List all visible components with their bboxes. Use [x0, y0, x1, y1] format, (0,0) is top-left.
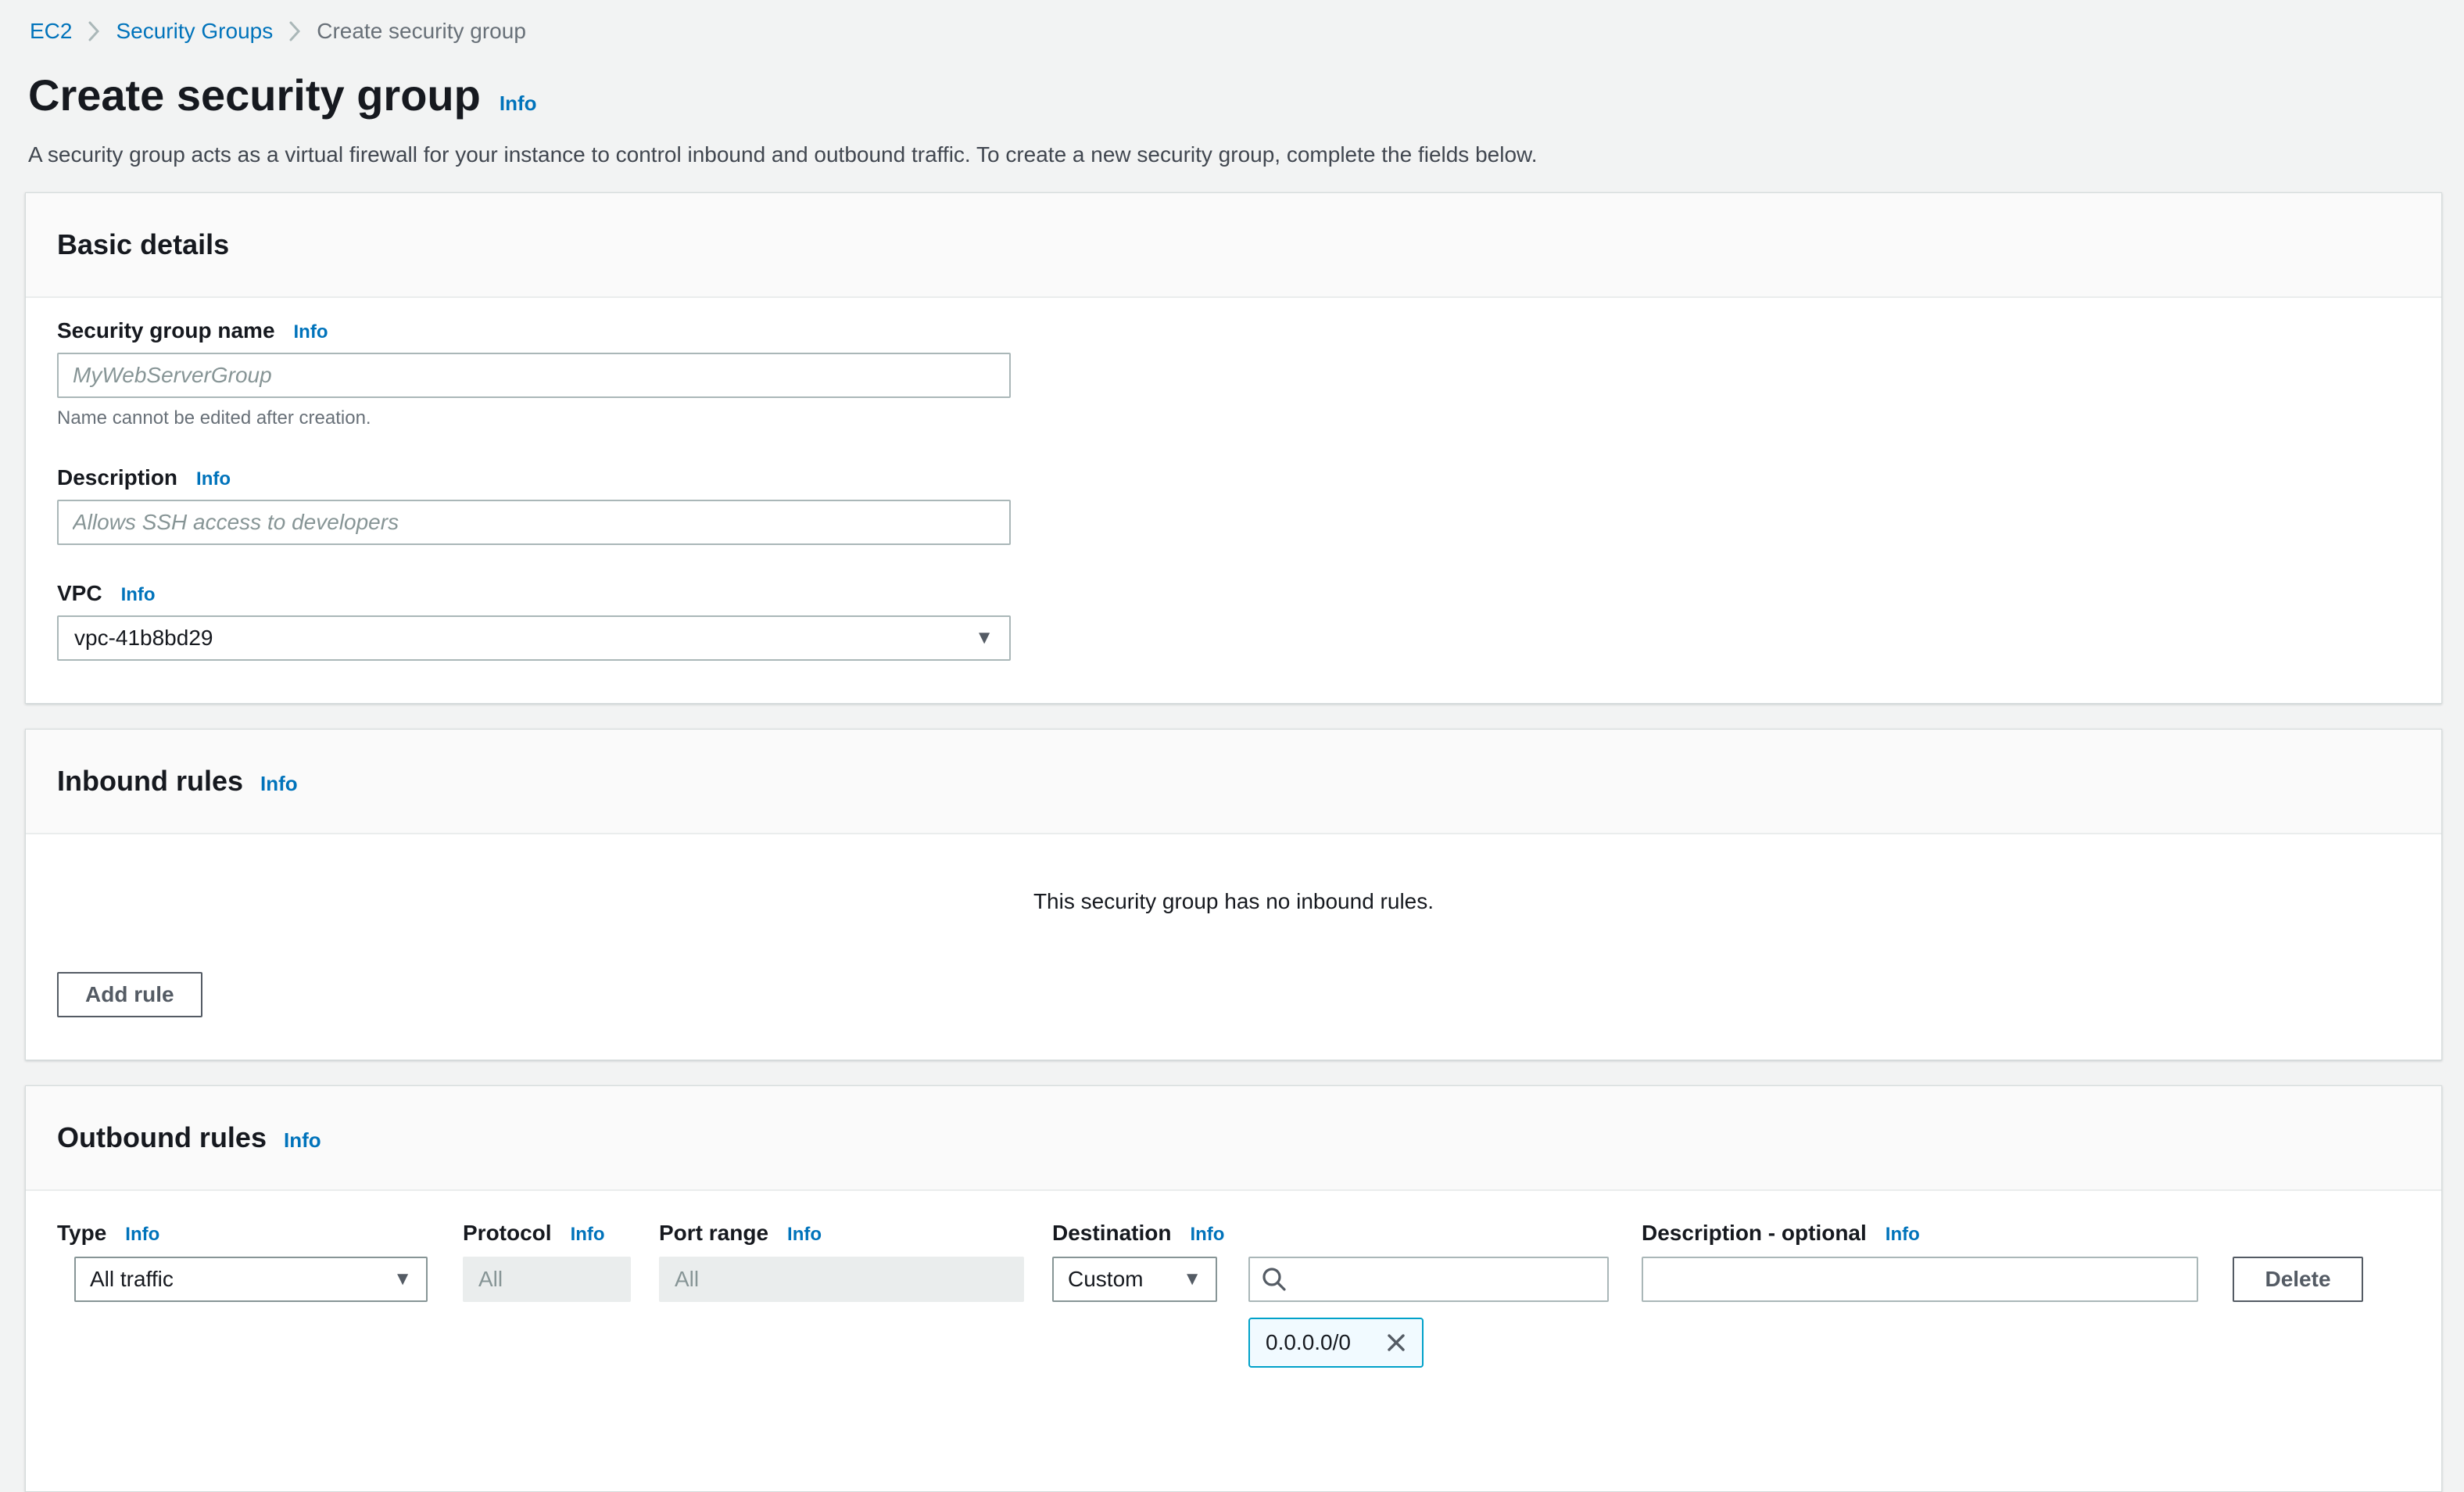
outbound-rules-info-link[interactable]: Info	[284, 1128, 321, 1153]
vpc-info-link[interactable]: Info	[121, 584, 156, 606]
security-group-name-info-link[interactable]: Info	[294, 321, 328, 343]
breadcrumb-link-security-groups[interactable]: Security Groups	[116, 19, 273, 44]
description-field: Description Info	[57, 465, 2410, 545]
destination-search-column: 0.0.0.0/0	[1248, 1221, 1609, 1368]
chevron-right-icon	[287, 20, 303, 42]
destination-info-link[interactable]: Info	[1190, 1224, 1224, 1246]
delete-rule-button[interactable]: Delete	[2233, 1257, 2363, 1302]
type-select[interactable]: All traffic ▼	[74, 1257, 428, 1302]
destination-select[interactable]: Custom ▼	[1052, 1257, 1217, 1302]
inbound-rules-title: Inbound rules	[57, 764, 243, 798]
rule-description-label: Description - optional	[1642, 1221, 1867, 1246]
security-group-name-field: Security group name Info Name cannot be …	[57, 318, 2410, 429]
vpc-label: VPC	[57, 581, 102, 606]
search-icon	[1261, 1266, 1288, 1293]
port-range-column: Port range Info All	[659, 1221, 1024, 1302]
rule-description-input[interactable]	[1642, 1257, 2198, 1302]
protocol-info-link[interactable]: Info	[571, 1224, 605, 1246]
destination-select-value: Custom	[1068, 1267, 1143, 1292]
type-label: Type	[57, 1221, 106, 1246]
basic-details-title: Basic details	[57, 228, 229, 262]
rule-description-column: Description - optional Info	[1642, 1221, 2198, 1302]
rule-description-info-link[interactable]: Info	[1886, 1224, 1920, 1246]
type-info-link[interactable]: Info	[125, 1224, 159, 1246]
breadcrumb: EC2 Security Groups Create security grou…	[30, 19, 2442, 44]
page-description: A security group acts as a virtual firew…	[28, 142, 2442, 167]
destination-column: Destination Info Custom ▼	[1052, 1221, 1217, 1302]
basic-details-header: Basic details	[26, 193, 2441, 298]
close-icon[interactable]	[1386, 1332, 1406, 1353]
outbound-rules-header: Outbound rules Info	[26, 1086, 2441, 1191]
chevron-right-icon	[86, 20, 102, 42]
port-range-info-link[interactable]: Info	[787, 1224, 822, 1246]
destination-search-box	[1248, 1257, 1609, 1302]
vpc-select-value: vpc-41b8bd29	[74, 626, 213, 651]
description-input[interactable]	[57, 500, 1011, 545]
caret-down-icon: ▼	[975, 629, 994, 647]
inbound-rules-info-link[interactable]: Info	[260, 772, 298, 796]
port-range-input-disabled: All	[659, 1257, 1024, 1302]
destination-token[interactable]: 0.0.0.0/0	[1248, 1318, 1424, 1368]
type-column: Type Info All traffic ▼	[57, 1221, 428, 1302]
inbound-rules-header: Inbound rules Info	[26, 730, 2441, 834]
port-range-label: Port range	[659, 1221, 768, 1246]
type-select-value: All traffic	[90, 1267, 174, 1292]
page-title: Create security group	[28, 72, 481, 119]
basic-details-panel: Basic details Security group name Info N…	[25, 192, 2442, 704]
add-rule-button[interactable]: Add rule	[57, 972, 202, 1017]
destination-search-input[interactable]	[1297, 1266, 1596, 1293]
caret-down-icon: ▼	[1183, 1270, 1202, 1289]
protocol-input-disabled: All	[463, 1257, 631, 1302]
outbound-rules-panel: Outbound rules Info Type Info All traffi…	[25, 1085, 2442, 1492]
security-group-name-input[interactable]	[57, 353, 1011, 398]
caret-down-icon: ▼	[393, 1270, 412, 1289]
outbound-rules-title: Outbound rules	[57, 1121, 267, 1155]
delete-column: Delete	[2233, 1221, 2363, 1302]
description-label: Description	[57, 465, 177, 490]
breadcrumb-current: Create security group	[317, 19, 526, 44]
vpc-field: VPC Info vpc-41b8bd29 ▼	[57, 581, 2410, 661]
destination-label: Destination	[1052, 1221, 1171, 1246]
security-group-name-label: Security group name	[57, 318, 275, 343]
page-title-info-link[interactable]: Info	[500, 91, 537, 116]
description-info-link[interactable]: Info	[196, 468, 231, 490]
create-security-group-page: EC2 Security Groups Create security grou…	[0, 0, 2464, 1492]
outbound-rule-row: Type Info All traffic ▼ Protocol Info Al…	[57, 1221, 2410, 1368]
destination-token-value: 0.0.0.0/0	[1266, 1330, 1351, 1355]
breadcrumb-link-ec2[interactable]: EC2	[30, 19, 72, 44]
inbound-rules-panel: Inbound rules Info This security group h…	[25, 729, 2442, 1060]
security-group-name-helper: Name cannot be edited after creation.	[57, 407, 2410, 429]
inbound-rules-empty-text: This security group has no inbound rules…	[57, 889, 2410, 914]
vpc-select[interactable]: vpc-41b8bd29 ▼	[57, 615, 1011, 661]
protocol-label: Protocol	[463, 1221, 552, 1246]
protocol-column: Protocol Info All	[463, 1221, 631, 1302]
